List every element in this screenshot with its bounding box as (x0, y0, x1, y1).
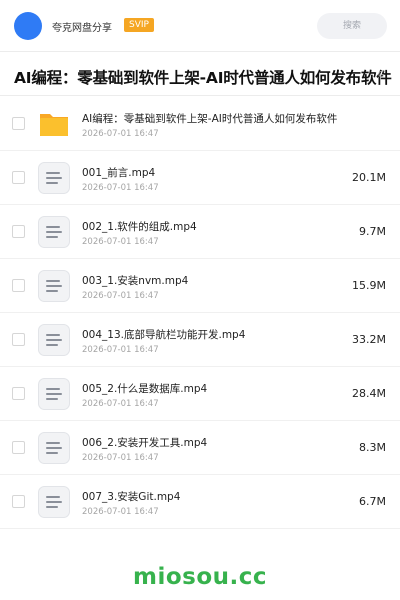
file-row[interactable]: 005_2.什么是数据库.mp4 2026-07-01 16:47 28.4M (0, 367, 400, 421)
file-size: 20.1M (352, 171, 386, 184)
file-size: 9.7M (359, 225, 386, 238)
file-date: 2026-07-01 16:47 (82, 345, 159, 355)
row-checkbox[interactable] (12, 279, 25, 292)
file-date: 2026-07-01 16:47 (82, 183, 159, 193)
row-checkbox[interactable] (12, 387, 25, 400)
search-input[interactable]: 搜索 (317, 13, 387, 39)
header-bar: 夸克网盘分享 SVIP 搜索 (0, 0, 400, 52)
svip-badge: SVIP (124, 18, 154, 32)
file-size: 8.3M (359, 441, 386, 454)
video-file-icon (38, 378, 70, 410)
row-checkbox[interactable] (12, 117, 25, 130)
file-name: 003_1.安装nvm.mp4 (82, 275, 189, 287)
file-name: 004_13.底部导航栏功能开发.mp4 (82, 329, 246, 341)
file-size: 28.4M (352, 387, 386, 400)
file-row[interactable]: 004_13.底部导航栏功能开发.mp4 2026-07-01 16:47 33.2… (0, 313, 400, 367)
file-row[interactable]: 006_2.安装开发工具.mp4 2026-07-01 16:47 8.3M (0, 421, 400, 475)
folder-row[interactable]: AI编程：零基础到软件上架-AI时代普通人如何发布软件 2026-07-01 16… (0, 97, 400, 151)
page-title: AI编程：零基础到软件上架-AI时代普通人如何发布软件 (14, 69, 392, 87)
title-overflow-text: G (378, 70, 385, 79)
row-checkbox[interactable] (12, 333, 25, 346)
file-size: 15.9M (352, 279, 386, 292)
video-file-icon (38, 432, 70, 464)
row-checkbox[interactable] (12, 495, 25, 508)
file-name: AI编程：零基础到软件上架-AI时代普通人如何发布软件 (82, 113, 338, 125)
video-file-icon (38, 162, 70, 194)
file-date: 2026-07-01 16:47 (82, 291, 159, 301)
watermark-text: miosou.cc (132, 564, 268, 590)
file-name: 005_2.什么是数据库.mp4 (82, 383, 208, 395)
video-file-icon (38, 486, 70, 518)
file-name: 001_前言.mp4 (82, 167, 156, 179)
row-checkbox[interactable] (12, 441, 25, 454)
file-date: 2026-07-01 16:47 (82, 129, 159, 139)
file-name: 007_3.安装Git.mp4 (82, 491, 181, 503)
file-row[interactable]: 002_1.软件的组成.mp4 2026-07-01 16:47 9.7M (0, 205, 400, 259)
row-checkbox[interactable] (12, 171, 25, 184)
title-bar: AI编程：零基础到软件上架-AI时代普通人如何发布软件 G (0, 53, 400, 96)
file-row[interactable]: 007_3.安装Git.mp4 2026-07-01 16:47 6.7M (0, 475, 400, 529)
file-row[interactable]: 001_前言.mp4 2026-07-01 16:47 20.1M (0, 151, 400, 205)
video-file-icon (38, 270, 70, 302)
file-name: 002_1.软件的组成.mp4 (82, 221, 197, 233)
file-size: 6.7M (359, 495, 386, 508)
file-date: 2026-07-01 16:47 (82, 399, 159, 409)
avatar[interactable] (14, 12, 42, 40)
file-name: 006_2.安装开发工具.mp4 (82, 437, 208, 449)
file-list: AI编程：零基础到软件上架-AI时代普通人如何发布软件 2026-07-01 16… (0, 97, 400, 529)
video-file-icon (38, 324, 70, 356)
brand-name: 夸克网盘分享 (52, 23, 112, 34)
video-file-icon (38, 216, 70, 248)
file-date: 2026-07-01 16:47 (82, 507, 159, 517)
file-size: 33.2M (352, 333, 386, 346)
folder-icon (38, 108, 70, 140)
file-row[interactable]: 003_1.安装nvm.mp4 2026-07-01 16:47 15.9M (0, 259, 400, 313)
file-date: 2026-07-01 16:47 (82, 237, 159, 247)
file-date: 2026-07-01 16:47 (82, 453, 159, 463)
row-checkbox[interactable] (12, 225, 25, 238)
